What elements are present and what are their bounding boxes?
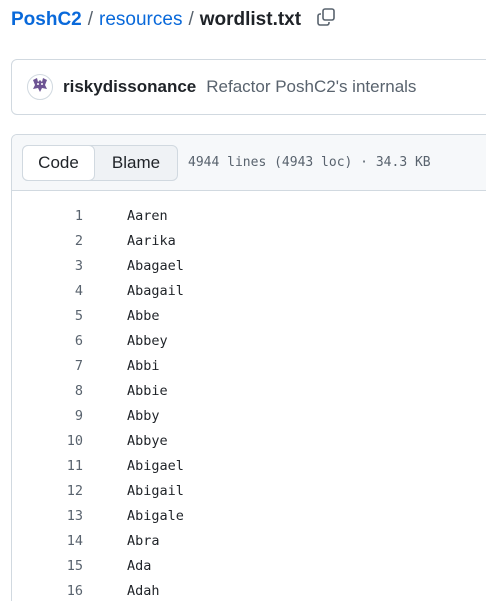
avatar[interactable] (27, 74, 53, 100)
line-number[interactable]: 14 (12, 533, 83, 549)
commit-message-link[interactable]: Refactor PoshC2's internals (206, 77, 416, 97)
breadcrumb-dir-link[interactable]: resources (99, 9, 182, 31)
code-line: 13 Abigale (12, 503, 486, 528)
line-text: Abbye (127, 432, 168, 449)
code-line: 1 Aaren (12, 203, 486, 228)
copy-path-button[interactable] (313, 6, 339, 32)
line-number[interactable]: 4 (12, 283, 83, 299)
code-line: 8 Abbie (12, 378, 486, 403)
tab-code[interactable]: Code (22, 144, 95, 181)
line-text: Aarika (127, 232, 176, 249)
line-number[interactable]: 16 (12, 583, 83, 599)
line-number[interactable]: 15 (12, 558, 83, 574)
line-number[interactable]: 11 (12, 458, 83, 474)
line-text: Abra (127, 532, 160, 549)
code-line: 9 Abby (12, 403, 486, 428)
breadcrumb: PoshC2 / resources / wordlist.txt (11, 8, 301, 32)
line-text: Ada (127, 557, 152, 574)
line-text: Abbey (127, 332, 168, 349)
code-line: 4 Abagail (12, 278, 486, 303)
line-text: Adah (127, 582, 160, 599)
code-line: 3 Abagael (12, 253, 486, 278)
code-line: 11 Abigael (12, 453, 486, 478)
code-line: 6 Abbey (12, 328, 486, 353)
line-text: Abbi (127, 357, 160, 374)
line-number[interactable]: 2 (12, 233, 83, 249)
breadcrumb-separator: / (87, 9, 94, 30)
line-number[interactable]: 8 (12, 383, 83, 399)
code-body: 1 Aaren 2 Aarika 3 Abagael 4 Abagail 5 Abbe 6… (12, 191, 486, 601)
line-number[interactable]: 9 (12, 408, 83, 424)
code-line: 15 Ada (12, 553, 486, 578)
code-line: 7 Abbi (12, 353, 486, 378)
line-text: Aaren (127, 207, 168, 224)
file-viewer: Code Blame 4944 lines (4943 loc) · 34.3 … (11, 134, 486, 601)
line-number[interactable]: 6 (12, 333, 83, 349)
file-info: 4944 lines (4943 loc) · 34.3 KB (188, 155, 431, 170)
code-line: 2 Aarika (12, 228, 486, 253)
line-text: Abby (127, 407, 160, 424)
code-line: 12 Abigail (12, 478, 486, 503)
line-number[interactable]: 10 (12, 433, 83, 449)
line-text: Abigael (127, 457, 184, 474)
line-number[interactable]: 7 (12, 358, 83, 374)
latest-commit-box: riskydissonance Refactor PoshC2's intern… (11, 59, 486, 115)
breadcrumb-separator: / (188, 9, 194, 30)
breadcrumb-repo-link[interactable]: PoshC2 (11, 9, 82, 31)
line-text: Abigail (127, 482, 184, 499)
copy-icon (316, 7, 336, 32)
code-line: 16 Adah (12, 578, 486, 601)
code-line: 5 Abbe (12, 303, 486, 328)
line-number[interactable]: 13 (12, 508, 83, 524)
line-text: Abagael (127, 257, 184, 274)
avatar-icon (30, 75, 50, 99)
view-toggle: Code Blame (22, 144, 178, 181)
code-line: 14 Abra (12, 528, 486, 553)
line-number[interactable]: 5 (12, 308, 83, 324)
breadcrumb-file-name: wordlist.txt (199, 9, 302, 30)
commit-author-link[interactable]: riskydissonance (63, 77, 196, 97)
line-text: Abbe (127, 307, 160, 324)
line-text: Abagail (127, 282, 184, 299)
line-number[interactable]: 1 (12, 208, 83, 224)
file-header: Code Blame 4944 lines (4943 loc) · 34.3 … (12, 135, 486, 191)
line-text: Abigale (127, 507, 184, 524)
line-number[interactable]: 12 (12, 483, 83, 499)
tab-blame[interactable]: Blame (95, 146, 177, 180)
line-text: Abbie (127, 382, 168, 399)
code-line: 10 Abbye (12, 428, 486, 453)
line-number[interactable]: 3 (12, 258, 83, 274)
